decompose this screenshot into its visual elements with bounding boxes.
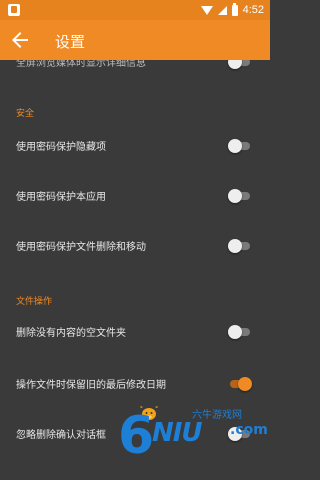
- setting-row-keep-modified-date[interactable]: 操作文件时保留旧的最后修改日期: [0, 364, 270, 404]
- watermark-brand: NIU: [152, 418, 203, 448]
- switch-thumb: [228, 139, 242, 153]
- battery-icon: [231, 2, 238, 16]
- toggle-switch[interactable]: [228, 325, 252, 339]
- back-arrow-icon[interactable]: [8, 28, 32, 52]
- switch-thumb: [238, 377, 252, 391]
- switch-thumb: [228, 60, 242, 69]
- status-bar: 4:52: [0, 0, 270, 20]
- watermark-suffix: .com: [230, 422, 268, 438]
- setting-label: 使用密码保护隐藏项: [16, 142, 106, 153]
- setting-row-delete-empty-folders[interactable]: 删除没有内容的空文件夹: [0, 312, 270, 352]
- toggle-switch[interactable]: [228, 377, 252, 391]
- setting-row-fullscreen-details[interactable]: 全屏浏览媒体时显示详细信息: [0, 60, 270, 100]
- setting-label: 忽略删除确认对话框: [16, 430, 106, 441]
- setting-label: 操作文件时保留旧的最后修改日期: [16, 380, 166, 391]
- status-icons: 4:52: [200, 2, 264, 17]
- switch-thumb: [228, 239, 242, 253]
- switch-thumb: [228, 189, 242, 203]
- setting-label: 删除没有内容的空文件夹: [16, 328, 126, 339]
- setting-row-delete-move-password[interactable]: 使用密码保护文件删除和移动: [0, 226, 270, 266]
- section-header-security: 安全: [16, 109, 35, 119]
- toggle-switch[interactable]: [228, 139, 252, 153]
- toggle-switch[interactable]: [228, 60, 252, 69]
- page-title: 设置: [55, 34, 86, 51]
- toggle-switch[interactable]: [228, 189, 252, 203]
- signal-icon: [217, 5, 227, 15]
- switch-thumb: [228, 325, 242, 339]
- status-time: 4:52: [242, 4, 264, 16]
- watermark-number: 6: [118, 406, 155, 466]
- app-bar: 设置: [0, 20, 270, 60]
- app-notification-icon: [8, 4, 20, 16]
- toggle-switch[interactable]: [228, 239, 252, 253]
- wifi-icon: [200, 5, 213, 15]
- setting-label: 使用密码保护本应用: [16, 192, 106, 203]
- setting-label: 使用密码保护文件删除和移动: [16, 242, 146, 253]
- watermark-logo: 6 六牛游戏网 NIU .com: [118, 400, 268, 470]
- setting-row-app-password[interactable]: 使用密码保护本应用: [0, 176, 270, 216]
- setting-label: 全屏浏览媒体时显示详细信息: [16, 60, 146, 69]
- section-header-file-ops: 文件操作: [16, 297, 53, 307]
- setting-row-hide-items-password[interactable]: 使用密码保护隐藏项: [0, 126, 270, 166]
